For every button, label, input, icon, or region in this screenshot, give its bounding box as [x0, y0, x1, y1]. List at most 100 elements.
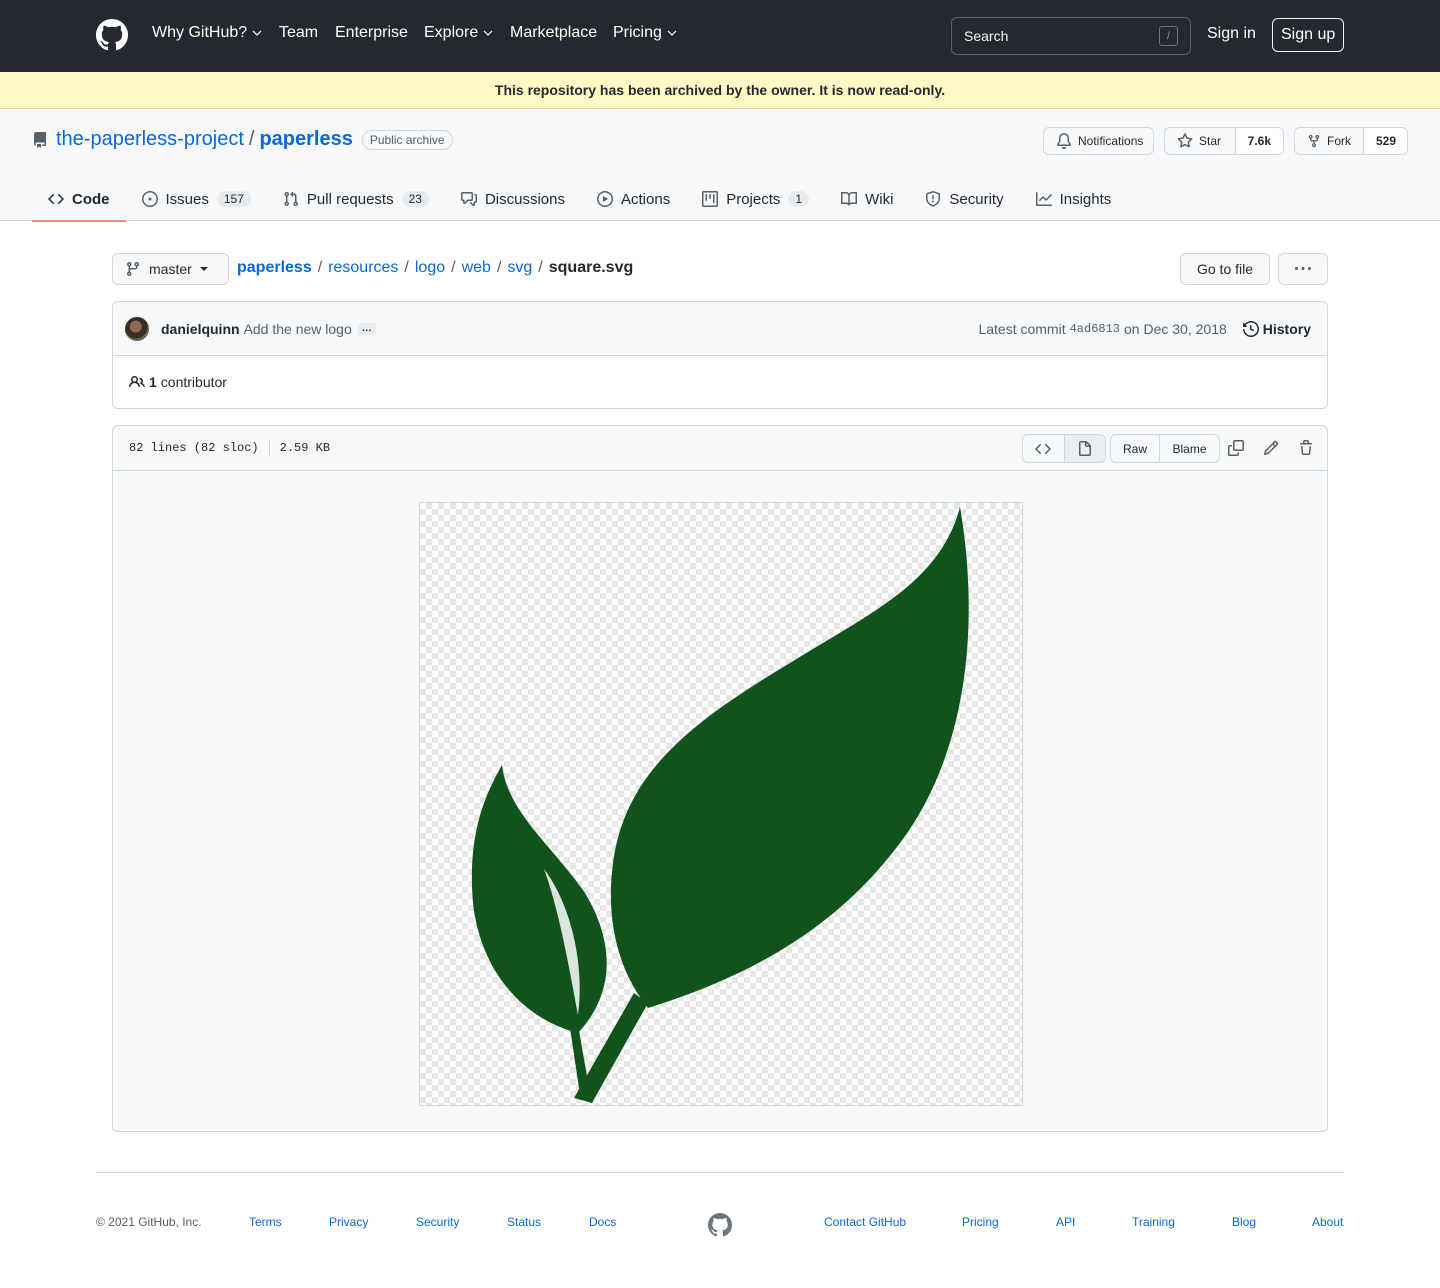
- tab-projects-label: Projects: [726, 190, 781, 208]
- commit-sha-link[interactable]: 4ad6813: [1070, 322, 1120, 336]
- chevron-down-icon: [483, 30, 493, 36]
- footer-link-blog[interactable]: Blog: [1232, 1215, 1256, 1229]
- nav-marketplace[interactable]: Marketplace: [510, 24, 597, 42]
- footer-link-about[interactable]: About: [1312, 1215, 1343, 1229]
- breadcrumb-root-link[interactable]: paperless: [237, 259, 312, 277]
- paperless-leaf-logo: [471, 507, 969, 1103]
- nav-team[interactable]: Team: [279, 24, 318, 42]
- star-count[interactable]: 7.6k: [1234, 128, 1283, 154]
- footer-link-pricing[interactable]: Pricing: [962, 1215, 999, 1229]
- star-button-group: Star 7.6k: [1164, 127, 1284, 155]
- fork-count[interactable]: 529: [1363, 128, 1407, 154]
- star-label: Star: [1199, 134, 1222, 148]
- history-icon: [1242, 321, 1259, 337]
- nav-pricing-label: Pricing: [613, 24, 662, 41]
- breadcrumb-separator: /: [317, 259, 323, 276]
- tab-actions-label: Actions: [621, 190, 671, 208]
- commit-message-link[interactable]: Add the new logo: [244, 321, 352, 337]
- fork-label: Fork: [1327, 134, 1351, 148]
- breadcrumb-link[interactable]: resources: [328, 259, 398, 277]
- svg-image-preview: [419, 502, 1023, 1106]
- tab-wiki[interactable]: Wiki: [825, 177, 909, 221]
- archived-banner: This repository has been archived by the…: [0, 72, 1440, 109]
- fork-button[interactable]: Fork: [1295, 128, 1363, 154]
- breadcrumb: paperless / resources / logo / web / svg…: [237, 259, 633, 277]
- pull-requests-counter: 23: [401, 191, 429, 207]
- repo-title-separator: /: [248, 128, 255, 150]
- footer-link-security[interactable]: Security: [416, 1215, 459, 1229]
- breadcrumb-separator: /: [451, 259, 456, 276]
- repo-owner-link[interactable]: the-paperless-project: [56, 128, 244, 151]
- go-to-file-button[interactable]: Go to file: [1180, 253, 1270, 285]
- nav-pricing[interactable]: Pricing: [613, 24, 677, 42]
- notifications-button-inner: Notifications: [1044, 128, 1153, 154]
- nav-explore[interactable]: Explore: [424, 24, 493, 42]
- github-logo-icon[interactable]: [96, 19, 128, 51]
- nav-marketplace-label: Marketplace: [510, 24, 598, 41]
- tab-pull-requests[interactable]: Pull requests 23: [267, 177, 445, 221]
- tab-projects[interactable]: Projects 1: [686, 177, 825, 221]
- branch-select-button[interactable]: master: [112, 253, 229, 285]
- breadcrumb-link[interactable]: web: [462, 259, 491, 277]
- public-archive-badge: Public archive: [361, 129, 453, 150]
- footer-link-terms[interactable]: Terms: [249, 1215, 282, 1229]
- notifications-label: Notifications: [1078, 134, 1144, 148]
- footer-link-api[interactable]: API: [1056, 1215, 1075, 1229]
- more-options-button[interactable]: [1278, 253, 1328, 285]
- tab-wiki-label: Wiki: [865, 190, 894, 208]
- github-mark-icon[interactable]: [708, 1213, 732, 1237]
- blame-button[interactable]: Blame: [1159, 435, 1219, 462]
- nav-enterprise[interactable]: Enterprise: [335, 24, 408, 42]
- history-link[interactable]: History: [1242, 321, 1311, 337]
- copy-icon[interactable]: [1228, 440, 1244, 456]
- tab-insights-label: Insights: [1059, 190, 1112, 208]
- avatar[interactable]: [125, 316, 149, 341]
- fork-icon: [1308, 134, 1320, 148]
- raw-button[interactable]: Raw: [1111, 435, 1159, 462]
- pull-request-icon: [284, 191, 298, 207]
- view-mode-toggle: [1022, 434, 1106, 463]
- tab-security[interactable]: Security: [909, 177, 1019, 221]
- breadcrumb-link[interactable]: logo: [415, 259, 445, 277]
- tab-discussions[interactable]: Discussions: [445, 177, 581, 221]
- file-size: 2.59 KB: [279, 441, 331, 455]
- tab-discussions-label: Discussions: [484, 190, 565, 208]
- breadcrumb-separator: /: [538, 259, 543, 276]
- file-line-count: 82 lines (82 sloc): [129, 441, 259, 455]
- nav-why-github[interactable]: Why GitHub?: [152, 24, 262, 42]
- repo-header: the-paperless-project / paperless Public…: [0, 109, 1440, 222]
- commit-summary: danielquinn Add the new logo … Latest co…: [113, 302, 1327, 356]
- source-view-button[interactable]: [1023, 435, 1064, 462]
- discussions-icon: [460, 192, 477, 206]
- pencil-icon[interactable]: [1263, 440, 1279, 456]
- contributors-row[interactable]: 1 contributor: [113, 356, 1327, 408]
- commit-expand-button[interactable]: …: [357, 322, 376, 335]
- search-input[interactable]: Search /: [951, 17, 1191, 55]
- commit-author-link[interactable]: danielquinn: [161, 321, 240, 337]
- footer-link-contact[interactable]: Contact GitHub: [824, 1215, 906, 1229]
- tab-actions[interactable]: Actions: [581, 177, 686, 221]
- sign-up-button[interactable]: Sign up: [1272, 18, 1345, 52]
- footer-link-training[interactable]: Training: [1132, 1215, 1175, 1229]
- footer-link-status[interactable]: Status: [507, 1215, 541, 1229]
- rendered-view-button[interactable]: [1063, 435, 1105, 462]
- tab-code[interactable]: Code: [32, 177, 126, 222]
- search-placeholder: Search: [964, 28, 1009, 44]
- breadcrumb-separator: /: [496, 259, 502, 276]
- repo-name-link[interactable]: paperless: [259, 128, 352, 151]
- nav-explore-label: Explore: [424, 24, 479, 41]
- small-stem: [570, 1025, 590, 1095]
- nav-why-github-label: Why GitHub?: [152, 24, 248, 41]
- star-button[interactable]: Star: [1165, 128, 1235, 154]
- notifications-button[interactable]: Notifications: [1043, 127, 1154, 155]
- commit-date: on Dec 30, 2018: [1124, 321, 1227, 337]
- trash-icon[interactable]: [1298, 440, 1314, 456]
- footer-copyright: © 2021 GitHub, Inc.: [96, 1215, 202, 1229]
- tab-issues[interactable]: Issues 157: [126, 177, 267, 221]
- project-icon: [702, 191, 719, 207]
- sign-in-link[interactable]: Sign in: [1207, 25, 1256, 43]
- footer-link-docs[interactable]: Docs: [589, 1215, 616, 1229]
- tab-insights[interactable]: Insights: [1020, 177, 1128, 221]
- footer-link-privacy[interactable]: Privacy: [329, 1215, 368, 1229]
- breadcrumb-link[interactable]: svg: [507, 259, 532, 277]
